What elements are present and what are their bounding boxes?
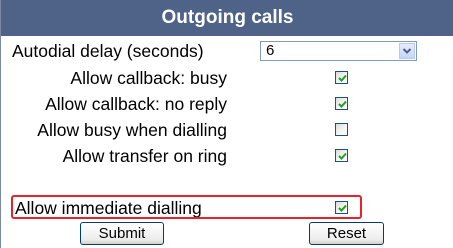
chevron-down-icon[interactable]	[399, 43, 415, 59]
busy-when-dialling-checkbox[interactable]	[335, 123, 348, 136]
option-row-busy-when-dialling: Allow busy when dialling	[1, 116, 453, 144]
submit-button[interactable]: Submit	[80, 222, 164, 245]
callback-busy-checkbox[interactable]	[335, 71, 348, 84]
autodial-row: Autodial delay (seconds) 6	[1, 37, 453, 65]
option-row-callback-no-reply: Allow callback: no reply	[1, 90, 453, 118]
option-row-callback-busy: Allow callback: busy	[1, 64, 453, 92]
option-label: Allow callback: no reply	[45, 94, 227, 114]
autodial-value: 6	[266, 42, 275, 59]
autodial-label: Autodial delay (seconds)	[12, 41, 204, 61]
transfer-on-ring-checkbox[interactable]	[335, 149, 348, 162]
option-label: Allow transfer on ring	[62, 146, 227, 166]
option-row-transfer-on-ring: Allow transfer on ring	[1, 142, 453, 170]
reset-button[interactable]: Reset	[309, 222, 384, 245]
callback-no-reply-checkbox[interactable]	[335, 97, 348, 110]
option-label: Allow callback: busy	[70, 68, 227, 88]
panel-title: Outgoing calls	[1, 0, 453, 36]
option-label: Allow busy when dialling	[37, 120, 227, 140]
autodial-select[interactable]: 6	[260, 41, 417, 61]
highlight-box	[11, 195, 362, 219]
outgoing-calls-panel: Outgoing calls Autodial delay (seconds) …	[0, 0, 453, 248]
